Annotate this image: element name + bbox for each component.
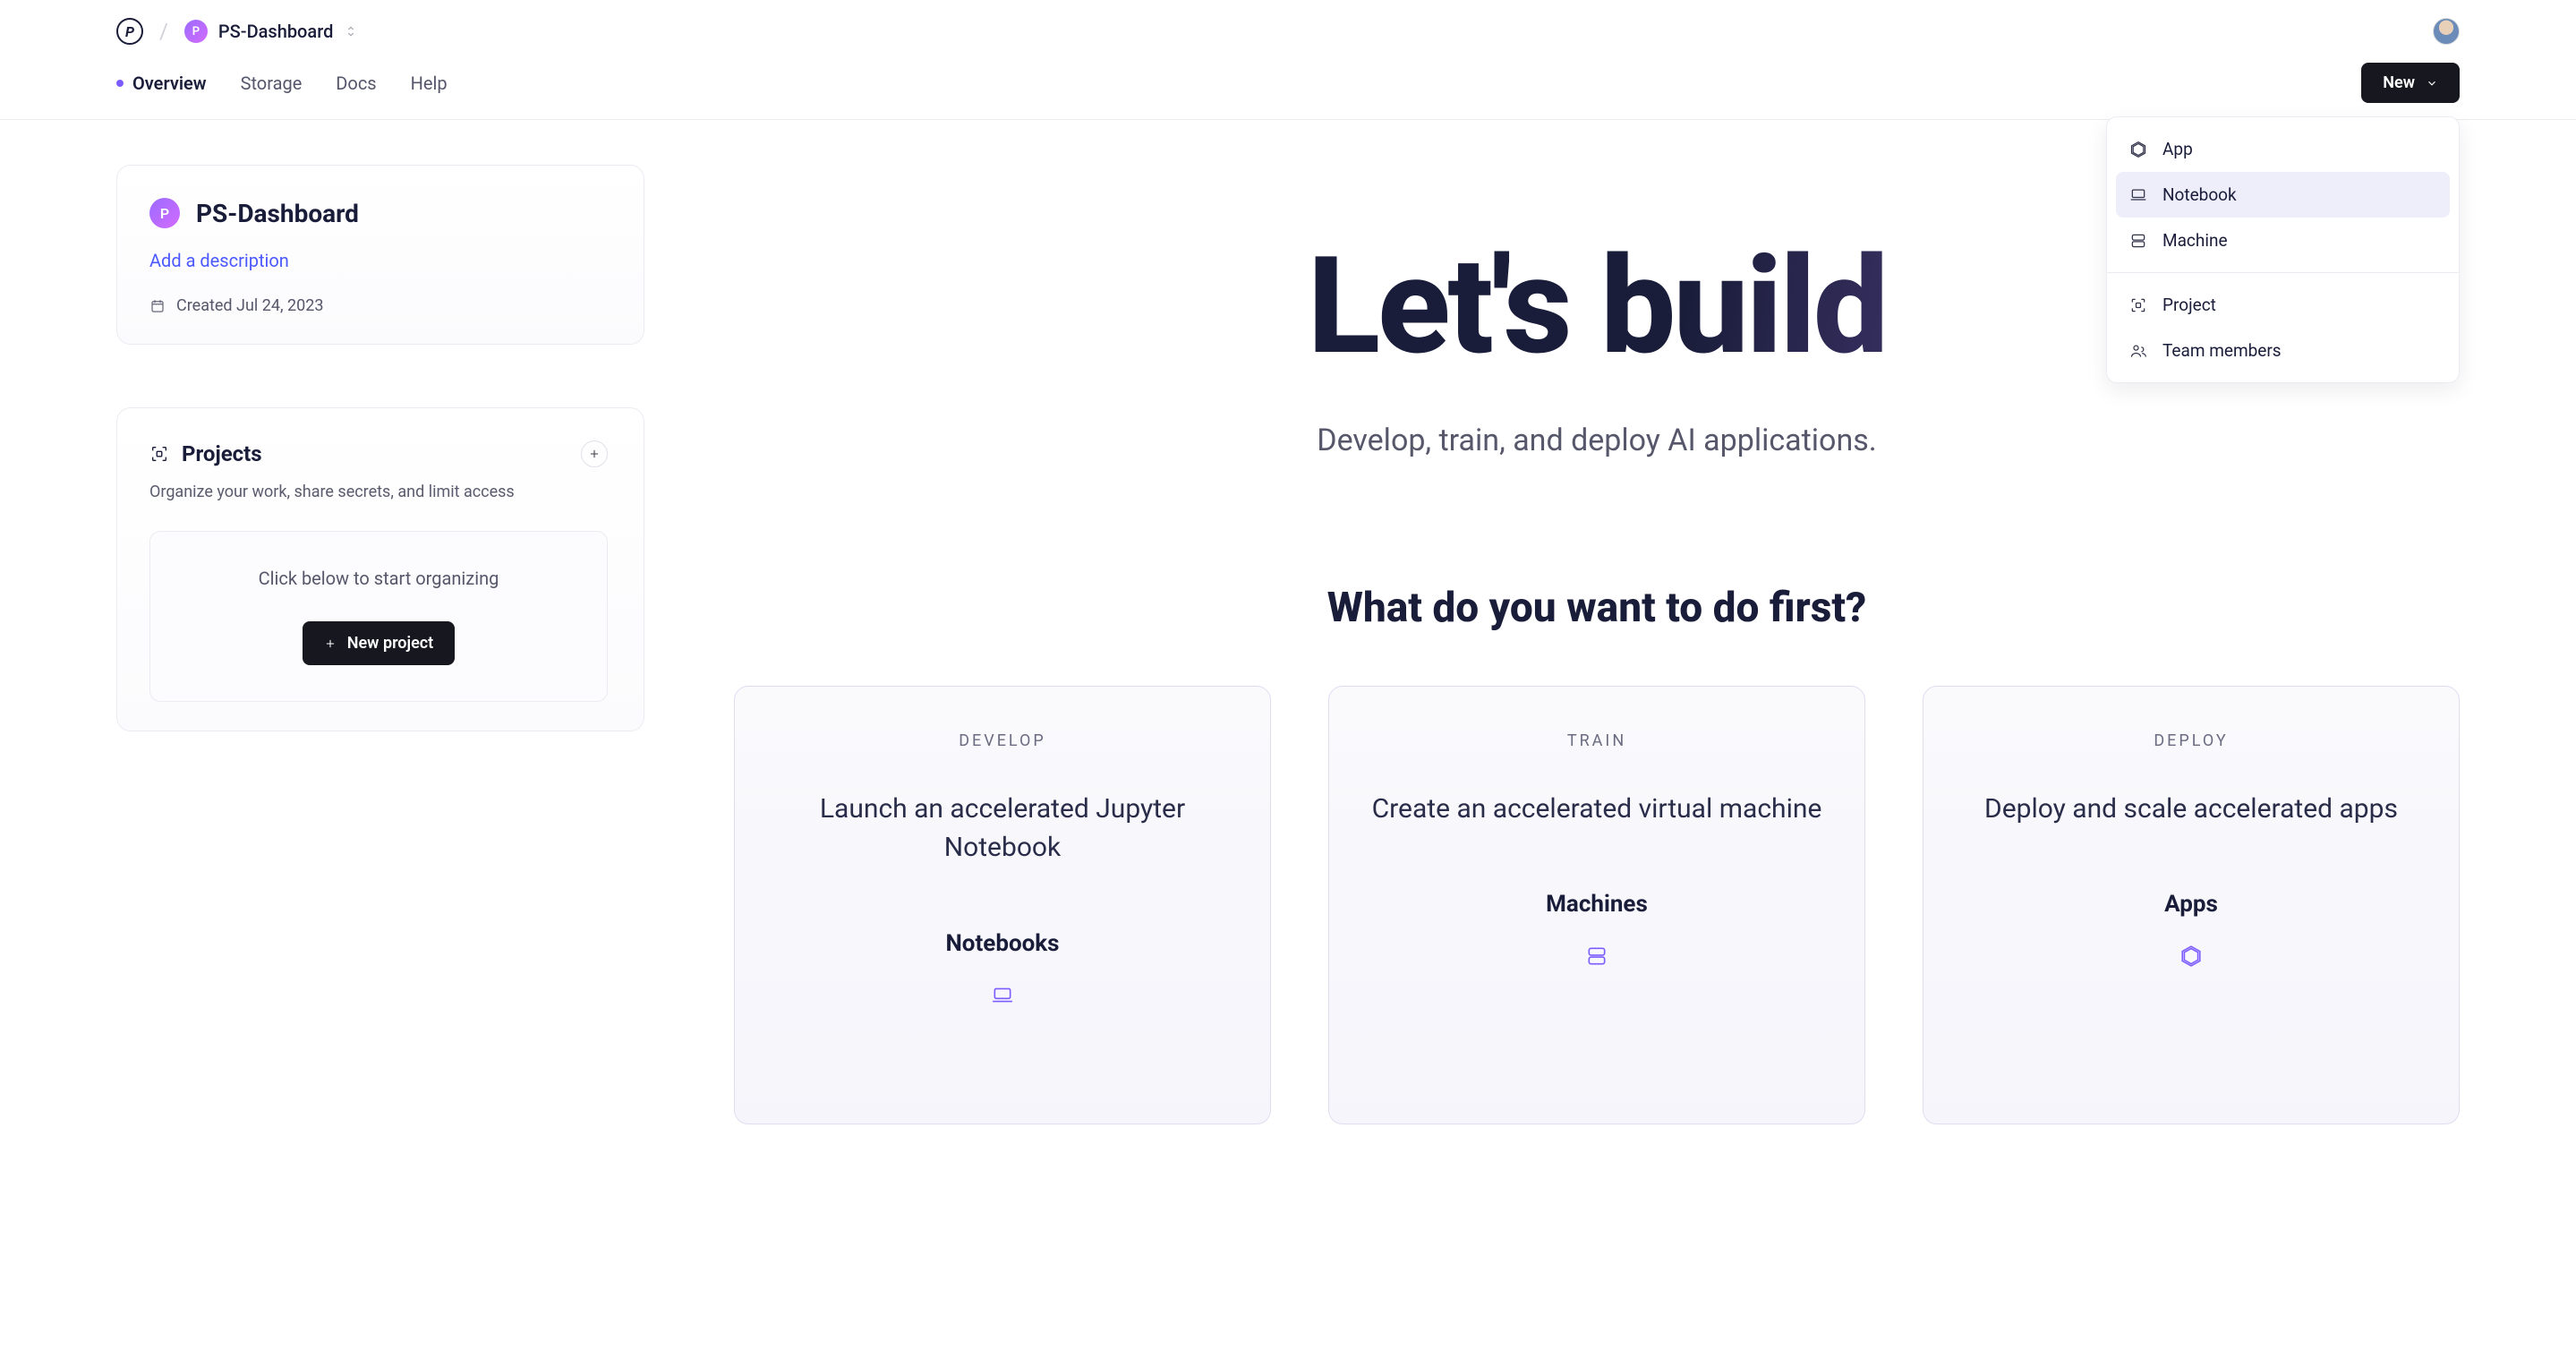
logo-letter: P [125,23,134,40]
option-tag: DEPLOY [2154,731,2228,750]
workspace-name: PS-Dashboard [218,21,333,42]
workspace-badge: P [184,20,208,43]
projects-subtitle: Organize your work, share secrets, and l… [149,480,608,504]
option-name: Notebooks [945,930,1059,957]
dropdown-separator [2107,272,2459,273]
focus-icon [149,444,169,464]
dropdown-item-app[interactable]: App [2116,126,2450,172]
option-desc: Create an accelerated virtual machine [1372,790,1822,829]
new-dropdown: App Notebook Machine Project Team member… [2106,116,2460,383]
tab-storage[interactable]: Storage [241,73,303,94]
workspace-selector[interactable]: P PS-Dashboard [184,20,358,43]
hero-subtitle: Develop, train, and deploy AI applicatio… [734,423,2460,458]
server-icon [2128,231,2148,251]
laptop-icon [989,982,1016,1009]
chevron-down-icon [2426,77,2438,90]
user-avatar[interactable] [2433,18,2460,45]
left-column: P PS-Dashboard Add a description Created… [116,165,644,731]
option-name: Apps [2164,891,2218,918]
projects-card: Projects Organize your work, share secre… [116,407,644,731]
option-desc: Launch an accelerated Jupyter Notebook [771,790,1234,868]
nav-tabs: Overview Storage Docs Help [116,73,448,94]
option-desc: Deploy and scale accelerated apps [1984,790,2398,829]
dropdown-item-machine[interactable]: Machine [2116,218,2450,263]
breadcrumb-separator: / [159,19,168,44]
top-bar: P / P PS-Dashboard [0,0,2576,63]
projects-empty-text: Click below to start organizing [186,568,571,589]
option-card-notebooks[interactable]: DEVELOP Launch an accelerated Jupyter No… [734,686,1271,1124]
active-dot-icon [116,80,124,87]
server-icon [1583,943,1610,970]
projects-empty-box: Click below to start organizing New proj… [149,531,608,702]
workspace-card-badge: P [149,198,180,228]
hero-prompt: What do you want to do first? [734,584,2460,632]
cube-icon [2128,140,2148,159]
workspace-card-title: PS-Dashboard [196,199,359,228]
cube-icon [2178,943,2205,970]
selector-updown-icon [344,24,358,38]
workspace-card: P PS-Dashboard Add a description Created… [116,165,644,345]
add-project-icon-button[interactable] [581,440,608,467]
laptop-icon [2128,185,2148,205]
tab-help[interactable]: Help [411,73,448,94]
option-tag: TRAIN [1567,731,1626,750]
option-row: DEVELOP Launch an accelerated Jupyter No… [734,686,2460,1124]
new-project-button[interactable]: New project [303,621,455,665]
nav-row: Overview Storage Docs Help New App Noteb… [0,63,2576,120]
created-text: Created Jul 24, 2023 [176,296,323,315]
option-name: Machines [1546,891,1648,918]
add-description-link[interactable]: Add a description [149,250,289,271]
dropdown-item-team-members[interactable]: Team members [2116,328,2450,373]
dropdown-item-notebook[interactable]: Notebook [2116,172,2450,218]
calendar-icon [149,298,166,314]
option-card-apps[interactable]: DEPLOY Deploy and scale accelerated apps… [1923,686,2460,1124]
option-tag: DEVELOP [959,731,1046,750]
team-icon [2128,341,2148,361]
app-logo[interactable]: P [116,18,143,45]
new-button[interactable]: New [2361,63,2460,103]
tab-docs[interactable]: Docs [336,73,376,94]
focus-icon [2128,295,2148,315]
plus-icon [324,637,337,650]
projects-title: Projects [182,441,262,466]
dropdown-item-project[interactable]: Project [2116,282,2450,328]
option-card-machines[interactable]: TRAIN Create an accelerated virtual mach… [1328,686,1865,1124]
tab-overview[interactable]: Overview [116,73,207,94]
